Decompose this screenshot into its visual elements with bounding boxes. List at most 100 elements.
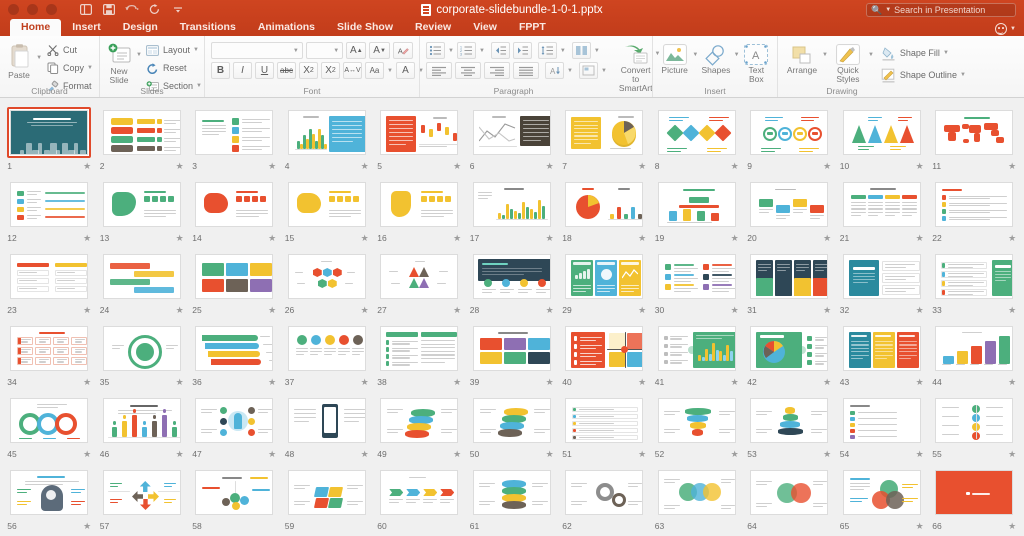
- bullets-button[interactable]: [426, 42, 445, 59]
- slide-cell[interactable]: 53 ★: [743, 393, 836, 465]
- smiley-icon[interactable]: [995, 23, 1008, 35]
- slide-thumbnail-61[interactable]: [470, 467, 554, 518]
- slide-thumbnail-12[interactable]: [7, 179, 91, 230]
- slide-star-icon[interactable]: ★: [823, 449, 831, 459]
- slide-cell[interactable]: 16 ★: [373, 177, 466, 249]
- slide-star-icon[interactable]: ★: [176, 305, 184, 315]
- new-slide-dropdown-icon[interactable]: ▼: [136, 52, 142, 58]
- slide-thumbnail-22[interactable]: [932, 179, 1016, 230]
- slide-thumbnail-14[interactable]: [192, 179, 276, 230]
- slide-thumbnail-24[interactable]: [100, 251, 184, 302]
- superscript-button[interactable]: X2: [299, 62, 318, 79]
- slide-thumbnail-13[interactable]: [100, 179, 184, 230]
- slide-star-icon[interactable]: ★: [638, 161, 646, 171]
- slide-cell[interactable]: 65 ★: [836, 465, 929, 536]
- slide-thumbnail-56[interactable]: [7, 467, 91, 518]
- slide-thumbnail-43[interactable]: [840, 323, 924, 374]
- shape-fill-button[interactable]: Shape Fill ▼: [880, 45, 966, 61]
- slide-thumbnail-63[interactable]: [655, 467, 739, 518]
- slide-cell[interactable]: 45 ★: [3, 393, 96, 465]
- shape-outline-button[interactable]: Shape Outline ▼: [880, 67, 966, 83]
- tab-review[interactable]: Review: [404, 19, 462, 36]
- slide-thumbnail-35[interactable]: [100, 323, 184, 374]
- justify-button[interactable]: [513, 62, 539, 79]
- slide-thumbnail-57[interactable]: [100, 467, 184, 518]
- slide-thumbnail-29[interactable]: [562, 251, 646, 302]
- slide-cell[interactable]: 11 ★: [928, 105, 1021, 177]
- slide-star-icon[interactable]: ★: [546, 305, 554, 315]
- text-direction-button[interactable]: A: [545, 62, 564, 79]
- slide-cell[interactable]: 55 ★: [928, 393, 1021, 465]
- customize-toolbar-icon[interactable]: [171, 3, 185, 17]
- slide-cell[interactable]: 42 ★: [743, 321, 836, 393]
- tab-animations[interactable]: Animations: [247, 19, 326, 36]
- slide-cell[interactable]: 6 ★: [466, 105, 559, 177]
- slide-star-icon[interactable]: ★: [823, 377, 831, 387]
- slide-star-icon[interactable]: ★: [176, 233, 184, 243]
- align-text-button[interactable]: [578, 62, 598, 79]
- slide-star-icon[interactable]: ★: [1008, 305, 1016, 315]
- slide-cell[interactable]: 30 ★: [651, 249, 744, 321]
- slide-thumbnail-47[interactable]: [192, 395, 276, 446]
- slide-cell[interactable]: 36 ★: [188, 321, 281, 393]
- slide-cell[interactable]: 26 ★: [281, 249, 374, 321]
- slide-star-icon[interactable]: ★: [361, 449, 369, 459]
- grow-font-button[interactable]: A ▲: [346, 42, 367, 59]
- slide-cell[interactable]: 48 ★: [281, 393, 374, 465]
- paste-dropdown-icon[interactable]: ▼: [36, 55, 42, 61]
- slide-thumbnail-6[interactable]: [470, 107, 554, 158]
- slide-cell[interactable]: 66 ★: [928, 465, 1021, 536]
- slide-star-icon[interactable]: ★: [361, 377, 369, 387]
- align-center-button[interactable]: [455, 62, 481, 79]
- quick-styles-dropdown-icon[interactable]: ▼: [868, 52, 874, 58]
- bold-button[interactable]: B: [211, 62, 230, 79]
- chevron-down-icon[interactable]: ▼: [885, 7, 891, 13]
- slide-star-icon[interactable]: ★: [83, 233, 91, 243]
- slide-thumbnail-30[interactable]: [655, 251, 739, 302]
- slide-cell[interactable]: 10 ★: [836, 105, 929, 177]
- slide-cell[interactable]: 32 ★: [836, 249, 929, 321]
- slide-thumbnail-39[interactable]: [470, 323, 554, 374]
- tab-transitions[interactable]: Transitions: [169, 19, 247, 36]
- tab-slide-show[interactable]: Slide Show: [326, 19, 404, 36]
- cut-button[interactable]: Cut: [46, 42, 93, 58]
- slide-star-icon[interactable]: ★: [83, 521, 91, 531]
- slide-star-icon[interactable]: ★: [268, 161, 276, 171]
- slide-thumbnail-37[interactable]: [285, 323, 369, 374]
- slide-thumbnail-16[interactable]: [377, 179, 461, 230]
- font-name-input[interactable]: ▼: [211, 42, 303, 59]
- slide-cell[interactable]: 18 ★: [558, 177, 651, 249]
- slide-cell[interactable]: 9 ★: [743, 105, 836, 177]
- slide-star-icon[interactable]: ★: [268, 233, 276, 243]
- slide-cell[interactable]: 27 ★: [373, 249, 466, 321]
- quick-styles-button[interactable]: Quick Styles: [830, 43, 866, 83]
- slide-thumbnail-8[interactable]: [655, 107, 739, 158]
- slide-thumbnail-58[interactable]: [192, 467, 276, 518]
- slide-thumbnail-20[interactable]: [747, 179, 831, 230]
- slide-cell[interactable]: 49 ★: [373, 393, 466, 465]
- slide-thumbnail-10[interactable]: [840, 107, 924, 158]
- slide-thumbnail-53[interactable]: [747, 395, 831, 446]
- slide-thumbnail-1[interactable]: [7, 107, 92, 158]
- slide-thumbnail-38[interactable]: [377, 323, 461, 374]
- slide-thumbnail-45[interactable]: [7, 395, 91, 446]
- slide-thumbnail-40[interactable]: [562, 323, 646, 374]
- tab-design[interactable]: Design: [112, 19, 169, 36]
- slide-thumbnail-48[interactable]: [285, 395, 369, 446]
- slide-cell[interactable]: 34 ★: [3, 321, 96, 393]
- shapes-dropdown-icon[interactable]: ▼: [734, 52, 740, 58]
- slide-star-icon[interactable]: ★: [1008, 449, 1016, 459]
- slide-thumbnail-41[interactable]: [655, 323, 739, 374]
- slide-star-icon[interactable]: ★: [823, 161, 831, 171]
- layout-button[interactable]: Layout ▼: [146, 42, 202, 58]
- reset-button[interactable]: Reset: [146, 60, 202, 76]
- slide-cell[interactable]: 1 ★: [3, 105, 96, 177]
- slide-thumbnail-59[interactable]: [285, 467, 369, 518]
- slide-star-icon[interactable]: ★: [361, 161, 369, 171]
- slide-cell[interactable]: 62★: [558, 465, 651, 536]
- slide-star-icon[interactable]: ★: [453, 377, 461, 387]
- slide-star-icon[interactable]: ★: [83, 161, 91, 171]
- slide-cell[interactable]: 31 ★: [743, 249, 836, 321]
- slide-cell[interactable]: 41 ★: [651, 321, 744, 393]
- slide-cell[interactable]: 7 ★: [558, 105, 651, 177]
